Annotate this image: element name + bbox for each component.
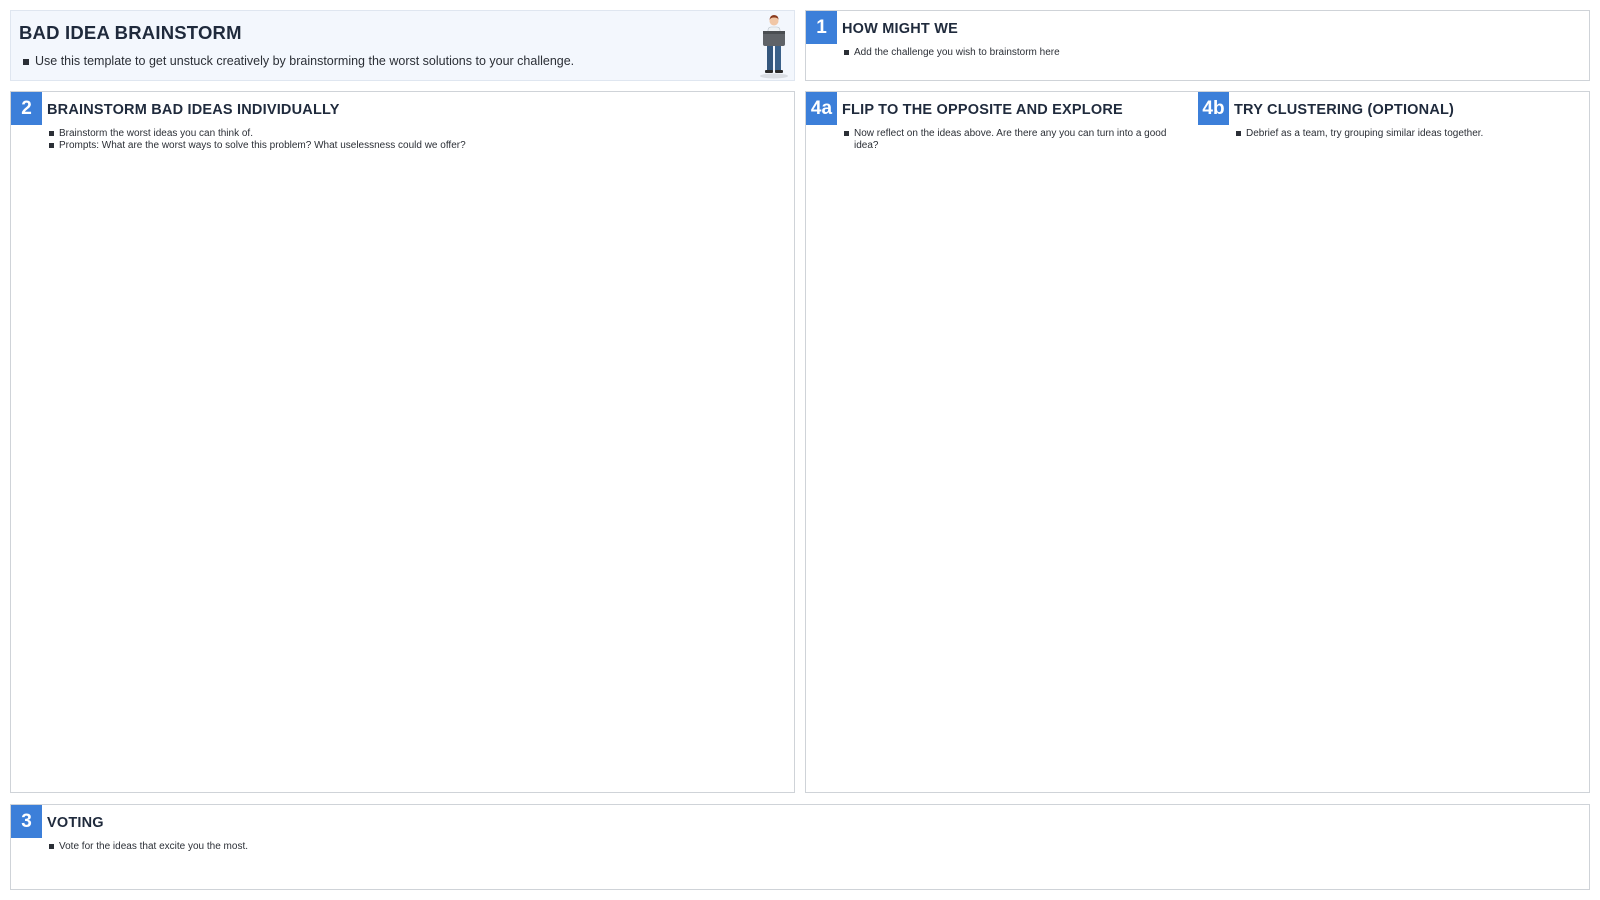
- section-instructions: Vote for the ideas that excite you the m…: [49, 841, 749, 853]
- instruction-item: Debrief as a team, try grouping similar …: [1236, 128, 1576, 140]
- voting-panel[interactable]: 3 VOTING Vote for the ideas that excite …: [10, 804, 1590, 890]
- intro-panel: BAD IDEA BRAINSTORM Use this template to…: [10, 10, 795, 81]
- section-title: FLIP TO THE OPPOSITE AND EXPLORE: [842, 102, 1123, 118]
- board-title: BAD IDEA BRAINSTORM: [19, 22, 242, 43]
- cluster-section[interactable]: 4b TRY CLUSTERING (OPTIONAL) Debrief as …: [1198, 92, 1590, 792]
- how-might-we-panel[interactable]: 1 HOW MIGHT WE Add the challenge you wis…: [805, 10, 1590, 81]
- section-title: HOW MIGHT WE: [842, 21, 958, 37]
- instruction-item: Vote for the ideas that excite you the m…: [49, 841, 749, 853]
- flip-section[interactable]: 4a FLIP TO THE OPPOSITE AND EXPLORE Now …: [806, 92, 1198, 792]
- section-number-badge: 2: [11, 92, 42, 125]
- section-instructions: Debrief as a team, try grouping similar …: [1236, 128, 1576, 140]
- brainstorm-panel[interactable]: 2 BRAINSTORM BAD IDEAS INDIVIDUALLY Brai…: [10, 91, 795, 793]
- section-number-badge: 4b: [1198, 92, 1229, 125]
- instruction-item: Brainstorm the worst ideas you can think…: [49, 128, 769, 140]
- explore-panel[interactable]: 4a FLIP TO THE OPPOSITE AND EXPLORE Now …: [805, 91, 1590, 793]
- person-holding-box-illustration: [760, 15, 788, 79]
- section-title: BRAINSTORM BAD IDEAS INDIVIDUALLY: [47, 102, 340, 118]
- instruction-item: Now reflect on the ideas above. Are ther…: [844, 128, 1184, 152]
- section-title: VOTING: [47, 815, 104, 831]
- section-title: TRY CLUSTERING (OPTIONAL): [1234, 102, 1455, 118]
- section-instructions: Brainstorm the worst ideas you can think…: [49, 128, 769, 152]
- section-number-badge: 3: [11, 805, 42, 838]
- board-description: Use this template to get unstuck creativ…: [23, 54, 574, 68]
- instruction-item: Prompts: What are the worst ways to solv…: [49, 140, 769, 152]
- section-instructions: Add the challenge you wish to brainstorm…: [844, 47, 1544, 59]
- section-number-badge: 1: [806, 11, 837, 44]
- section-number-badge: 4a: [806, 92, 837, 125]
- instruction-item: Add the challenge you wish to brainstorm…: [844, 47, 1544, 59]
- section-instructions: Now reflect on the ideas above. Are ther…: [844, 128, 1184, 152]
